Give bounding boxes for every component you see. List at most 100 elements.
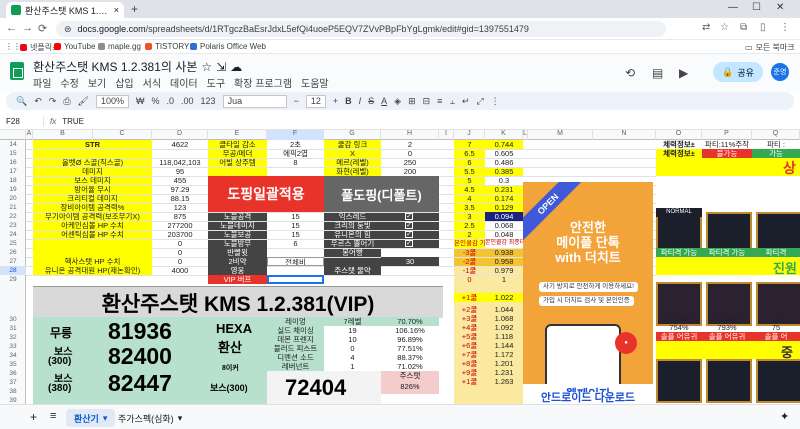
- column-header[interactable]: J: [454, 130, 485, 140]
- bold-button[interactable]: B: [345, 96, 352, 106]
- selected-cell-f28[interactable]: [267, 275, 324, 284]
- url-input[interactable]: ⊜ docs.google.com/spreadsheets/d/1RTgczB…: [56, 21, 666, 37]
- close-window-icon[interactable]: ✕: [776, 2, 784, 13]
- cell-e14[interactable]: 클타일 감소: [208, 140, 267, 149]
- cell-k20[interactable]: 0.174: [485, 194, 523, 203]
- cell-d14[interactable]: 4622: [152, 140, 208, 149]
- cell-k19[interactable]: 0.231: [485, 185, 523, 194]
- row-header[interactable]: 22: [0, 212, 26, 221]
- cell-k17[interactable]: 0.385: [485, 167, 523, 176]
- row-header[interactable]: 38: [0, 387, 26, 396]
- valign-icon[interactable]: ⫠: [449, 96, 454, 107]
- row-header[interactable]: 37: [0, 378, 26, 387]
- cell-k38[interactable]: 1.231: [485, 368, 523, 377]
- cell-j32[interactable]: +3쿨: [454, 314, 485, 323]
- column-header[interactable]: M: [528, 130, 593, 140]
- italic-button[interactable]: I: [359, 96, 362, 106]
- search-menus-icon[interactable]: 🔍: [16, 96, 27, 107]
- cell-j30[interactable]: +1쿨: [454, 293, 485, 302]
- more-tools-icon[interactable]: ⋮: [491, 96, 500, 107]
- cell-b27[interactable]: 헥사스탯 HP 수치: [33, 257, 152, 266]
- comments-icon[interactable]: ▤: [652, 66, 663, 80]
- redo-icon[interactable]: ↷: [49, 96, 57, 107]
- text-color-button[interactable]: A: [381, 96, 387, 106]
- bookmark-star-icon[interactable]: ☆: [720, 22, 729, 33]
- menu-help[interactable]: 도움말: [301, 75, 329, 90]
- cell-h14[interactable]: 2: [381, 140, 439, 149]
- currency-format-button[interactable]: ₩: [136, 96, 145, 106]
- menu-data[interactable]: 데이터: [170, 75, 198, 90]
- increase-decimal-button[interactable]: .00: [181, 96, 194, 106]
- cell-e22[interactable]: 노블데미지: [208, 221, 267, 230]
- cell-j22[interactable]: 3: [454, 212, 485, 221]
- extensions-icon[interactable]: ⧉: [740, 22, 747, 33]
- menu-file[interactable]: 파일: [33, 75, 51, 90]
- cell-j19[interactable]: 4.5: [454, 185, 485, 194]
- browser-tab[interactable]: 환산주스탯 KMS 1.2.381의 사본 ×: [6, 2, 124, 18]
- checkbox-icon[interactable]: ✓: [405, 231, 413, 238]
- cell-k21[interactable]: 0.129: [485, 203, 523, 212]
- sheets-logo-icon[interactable]: [10, 62, 24, 80]
- share-button[interactable]: 🔒 공유: [713, 62, 763, 82]
- row-header[interactable]: 21: [0, 203, 26, 212]
- row-header[interactable]: 14: [0, 140, 26, 149]
- cell-d25[interactable]: 0: [152, 239, 208, 248]
- bookmark-youtube[interactable]: YouTube: [54, 42, 95, 51]
- cell-b28[interactable]: 유니온 공격대원 HP(제논확인): [33, 266, 152, 275]
- cell-j23[interactable]: 2.5: [454, 221, 485, 230]
- cell-j27[interactable]: -2쿨: [454, 257, 485, 266]
- cell-g22[interactable]: 크리의 둥빛: [324, 221, 381, 230]
- chevron-down-icon[interactable]: ▾: [178, 413, 183, 424]
- cell-d19[interactable]: 97.29: [152, 185, 208, 194]
- cell-d21[interactable]: 123: [152, 203, 208, 212]
- cell-k27[interactable]: 0.958: [485, 257, 523, 266]
- cell-d18[interactable]: 455: [152, 176, 208, 185]
- fill-color-icon[interactable]: ◈: [394, 96, 401, 107]
- character-card[interactable]: [706, 359, 752, 403]
- decrease-decimal-button[interactable]: .0: [167, 96, 175, 106]
- menu-extensions[interactable]: 확장 프로그램: [234, 75, 292, 90]
- row-header[interactable]: 33: [0, 342, 26, 351]
- zoom-select[interactable]: 100%: [95, 94, 129, 108]
- cell-k18[interactable]: 0.3: [485, 176, 523, 185]
- cell-f14[interactable]: 2초: [267, 140, 324, 149]
- level-value[interactable]: 10: [324, 335, 381, 344]
- cell-j25[interactable]: 본인쿨감 기준++: [454, 239, 485, 248]
- site-info-icon[interactable]: ⊜: [64, 24, 72, 35]
- cell-k14[interactable]: 0.744: [485, 140, 523, 149]
- cell-b19[interactable]: 방어율 무시: [33, 185, 152, 194]
- checkbox-icon[interactable]: ✓: [405, 213, 413, 220]
- cell-j26[interactable]: -3쿨: [454, 248, 485, 257]
- full-doping-banner[interactable]: 풀도핑(디폴트): [324, 176, 439, 212]
- column-header[interactable]: H: [381, 130, 439, 140]
- cell-e28[interactable]: VIP 버프: [208, 275, 267, 284]
- column-header[interactable]: B: [33, 130, 93, 140]
- row-header[interactable]: 18: [0, 176, 26, 185]
- font-select[interactable]: Jua: [222, 94, 287, 108]
- sheet-grid[interactable]: A B C D E F G H I J K L M N O P Q 14 15 …: [0, 130, 800, 404]
- column-header[interactable]: D: [152, 130, 208, 140]
- column-header[interactable]: G: [324, 130, 381, 140]
- doping-apply-banner[interactable]: 도핑일괄적용: [208, 176, 324, 212]
- cell-h27[interactable]: 30: [381, 257, 439, 266]
- cell-j21[interactable]: 3.5: [454, 203, 485, 212]
- cell-f22[interactable]: 15: [267, 221, 324, 230]
- name-box[interactable]: F28: [0, 117, 44, 126]
- menu-view[interactable]: 보기: [88, 75, 106, 90]
- row-header[interactable]: 30: [0, 315, 26, 324]
- cell-k30[interactable]: 1.022: [485, 293, 523, 302]
- cell-g15[interactable]: X: [324, 149, 381, 158]
- maximize-icon[interactable]: ☐: [752, 2, 761, 13]
- cell-d20[interactable]: 88.15: [152, 194, 208, 203]
- strikethrough-button[interactable]: S: [368, 96, 374, 106]
- cloud-status-icon[interactable]: ☁: [230, 60, 242, 74]
- sheet-tab-converter[interactable]: 환산기 ▾: [66, 409, 116, 427]
- star-icon[interactable]: ☆: [201, 60, 212, 74]
- cell-f24[interactable]: 6: [267, 239, 324, 248]
- bookmark-maplegg[interactable]: maple.gg: [98, 42, 141, 51]
- cell-k33[interactable]: 1.092: [485, 323, 523, 332]
- all-sheets-icon[interactable]: ≡: [50, 410, 56, 422]
- sheet-tab-advanced[interactable]: 주가스펙(심화) ▾: [110, 409, 190, 427]
- cell-g14[interactable]: 쿨감 링크: [324, 140, 381, 149]
- cell-k34[interactable]: 1.118: [485, 332, 523, 341]
